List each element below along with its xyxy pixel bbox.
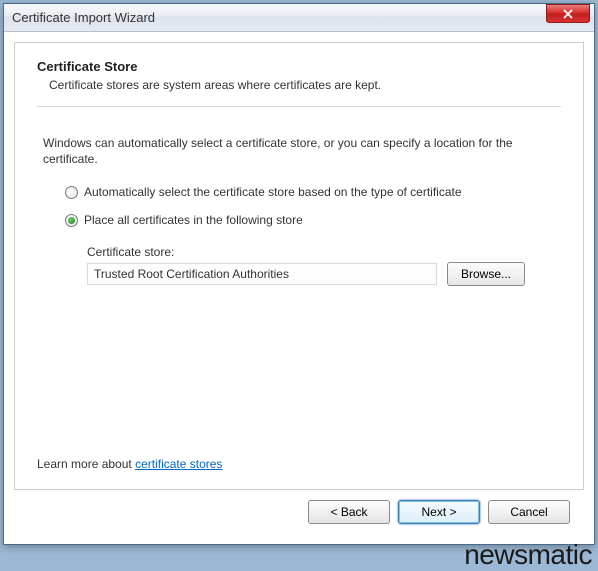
close-icon: [563, 9, 573, 19]
cancel-button[interactable]: Cancel: [488, 500, 570, 524]
back-button[interactable]: < Back: [308, 500, 390, 524]
content-wrap: Certificate Store Certificate stores are…: [4, 32, 594, 544]
certificate-store-input[interactable]: [87, 263, 437, 285]
button-bar: < Back Next > Cancel: [14, 490, 584, 534]
spacer: [37, 286, 561, 457]
radio-auto-label: Automatically select the certificate sto…: [84, 185, 462, 199]
learn-more: Learn more about certificate stores: [37, 457, 561, 471]
next-button[interactable]: Next >: [398, 500, 480, 524]
store-label: Certificate store:: [87, 245, 561, 259]
description-text: Windows can automatically select a certi…: [43, 135, 555, 167]
radio-place-all[interactable]: Place all certificates in the following …: [65, 213, 561, 227]
window-title: Certificate Import Wizard: [12, 10, 546, 25]
learn-link[interactable]: certificate stores: [135, 457, 222, 471]
page-subheading: Certificate stores are system areas wher…: [49, 78, 561, 92]
browse-button[interactable]: Browse...: [447, 262, 525, 286]
watermark: newsmatic: [464, 539, 592, 571]
store-block: Certificate store: Browse...: [87, 245, 561, 286]
close-button[interactable]: [546, 4, 590, 23]
titlebar: Certificate Import Wizard: [4, 4, 594, 32]
inner-panel: Certificate Store Certificate stores are…: [14, 42, 584, 490]
radio-auto-select[interactable]: Automatically select the certificate sto…: [65, 185, 561, 199]
radio-icon: [65, 186, 78, 199]
wizard-window: Certificate Import Wizard Certificate St…: [3, 3, 595, 545]
radio-icon: [65, 214, 78, 227]
page-heading: Certificate Store: [37, 59, 561, 74]
learn-prefix: Learn more about: [37, 457, 135, 471]
store-row: Browse...: [87, 262, 561, 286]
radio-group: Automatically select the certificate sto…: [65, 185, 561, 241]
radio-place-label: Place all certificates in the following …: [84, 213, 303, 227]
divider: [37, 106, 561, 107]
